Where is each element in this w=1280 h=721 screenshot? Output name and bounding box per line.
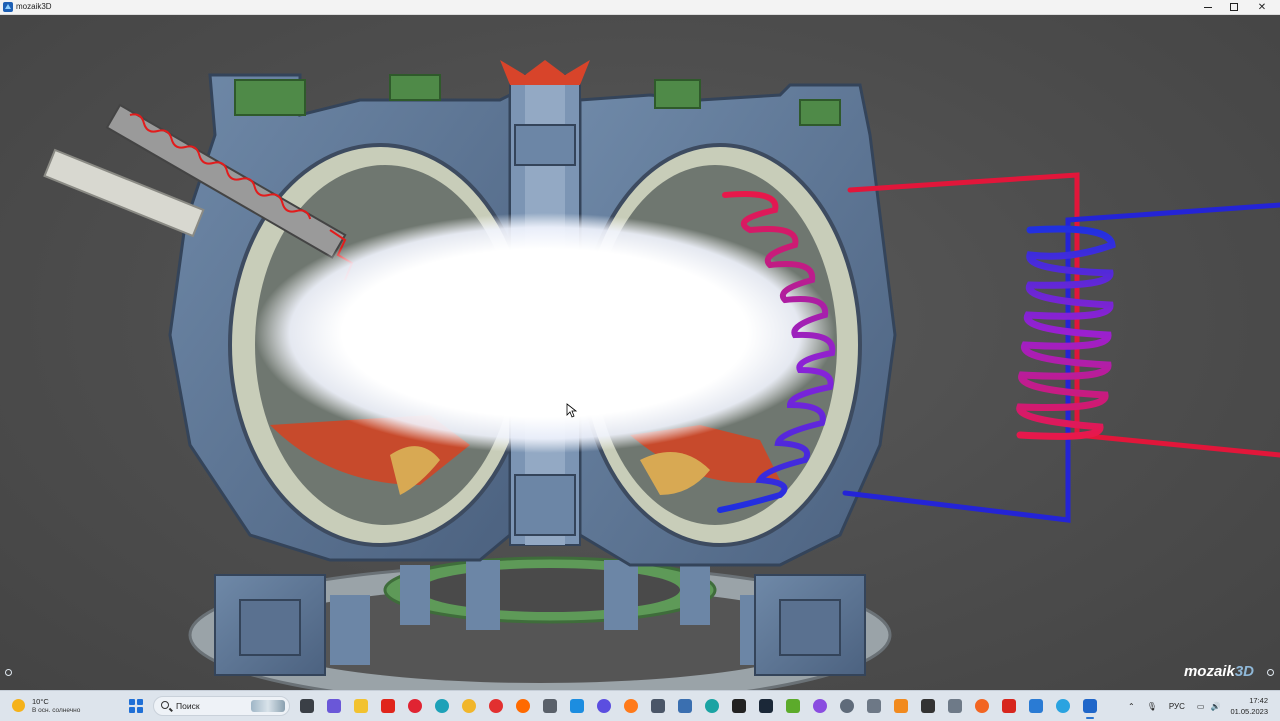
clock-time: 17:42 [1249, 696, 1268, 705]
search-label: Поиск [176, 701, 200, 711]
clock-date: 01.05.2023 [1230, 707, 1268, 716]
right-menu-dot-icon[interactable] [1267, 669, 1274, 676]
search-icon [161, 701, 169, 709]
app-logo-icon [3, 2, 13, 12]
file-manager-icon[interactable] [300, 699, 314, 713]
settings-icon[interactable] [840, 699, 854, 713]
weather-widget[interactable]: 10°C В осн. солнечно [10, 694, 120, 718]
tokamak-model[interactable] [0, 15, 1280, 690]
camera-icon[interactable] [867, 699, 881, 713]
windows-logo-icon [129, 706, 135, 713]
minimize-button[interactable] [1194, 0, 1222, 14]
notepad-icon[interactable] [1029, 699, 1043, 713]
plasma-glow [255, 213, 835, 453]
windows-logo-icon [136, 699, 143, 706]
yandex-browser-icon[interactable] [381, 699, 395, 713]
microphone-icon[interactable]: 🎙 [1147, 702, 1157, 711]
display-icon[interactable]: ▭ [1197, 702, 1205, 711]
external-heat-exchanger [842, 172, 1280, 523]
epic-games-icon[interactable] [732, 699, 746, 713]
calculator-icon[interactable] [948, 699, 962, 713]
taskbar: 10°C В осн. солнечно Поиск ⌃ 🎙 РУС ▭ 🔊 1… [0, 690, 1280, 721]
alice-icon[interactable] [813, 699, 827, 713]
firefox-icon[interactable] [624, 699, 638, 713]
app-icon[interactable] [678, 699, 692, 713]
search-highlight-image [251, 700, 285, 712]
mozaik-icon[interactable] [1083, 699, 1097, 719]
close-button[interactable]: ✕ [1248, 0, 1276, 14]
telegram-icon[interactable] [1056, 699, 1070, 713]
chevron-up-icon[interactable]: ⌃ [1128, 702, 1135, 711]
language-indicator[interactable]: РУС [1169, 702, 1185, 711]
prime-video-icon[interactable] [651, 699, 665, 713]
folder-icon[interactable] [354, 699, 368, 713]
chat-icon[interactable] [327, 699, 341, 713]
maximize-button[interactable] [1220, 0, 1248, 14]
game-icon[interactable] [921, 699, 935, 713]
edge-icon[interactable] [435, 699, 449, 713]
volume-icon[interactable]: 🔊 [1210, 702, 1220, 711]
minimize-icon [1204, 6, 1212, 8]
yandex-icon[interactable] [489, 699, 503, 713]
brand-logo: mozaik3D [1184, 663, 1254, 680]
system-tray: ⌃ 🎙 РУС ▭ 🔊 [1128, 691, 1220, 721]
title-bar[interactable]: mozaik3D ✕ [0, 0, 1280, 15]
nvidia-icon[interactable] [786, 699, 800, 713]
close-icon: ✕ [1257, 1, 1267, 13]
search-box[interactable]: Поиск [153, 696, 290, 716]
sun-icon [12, 699, 25, 712]
window-title: mozaik3D [16, 2, 52, 11]
windows-logo-icon [136, 706, 143, 713]
app-window: mozaik3D ✕ mozaik3D [0, 0, 1280, 690]
3d-viewport[interactable]: mozaik3D [0, 15, 1280, 690]
weather-temperature: 10°C [32, 697, 49, 706]
weather-condition: В осн. солнечно [32, 707, 81, 714]
origin-icon[interactable] [975, 699, 989, 713]
store-icon[interactable] [570, 699, 584, 713]
start-button[interactable] [129, 699, 143, 713]
restore-icon [1230, 3, 1238, 11]
system-clock[interactable]: 17:42 01.05.2023 [1230, 695, 1268, 717]
vlc-icon[interactable] [894, 699, 908, 713]
video-icon[interactable] [543, 699, 557, 713]
windows-logo-icon [129, 699, 135, 706]
app-red-icon[interactable] [1002, 699, 1016, 713]
chrome-icon[interactable] [462, 699, 476, 713]
edge-dev-icon[interactable] [705, 699, 719, 713]
steam-icon[interactable] [759, 699, 773, 713]
left-menu-dot-icon[interactable] [5, 669, 12, 676]
photos-icon[interactable] [597, 699, 611, 713]
brand-accent: 3D [1234, 663, 1254, 680]
media-icon[interactable] [516, 699, 530, 713]
brand-main: mozaik [1183, 663, 1235, 680]
opera-icon[interactable] [408, 699, 422, 713]
